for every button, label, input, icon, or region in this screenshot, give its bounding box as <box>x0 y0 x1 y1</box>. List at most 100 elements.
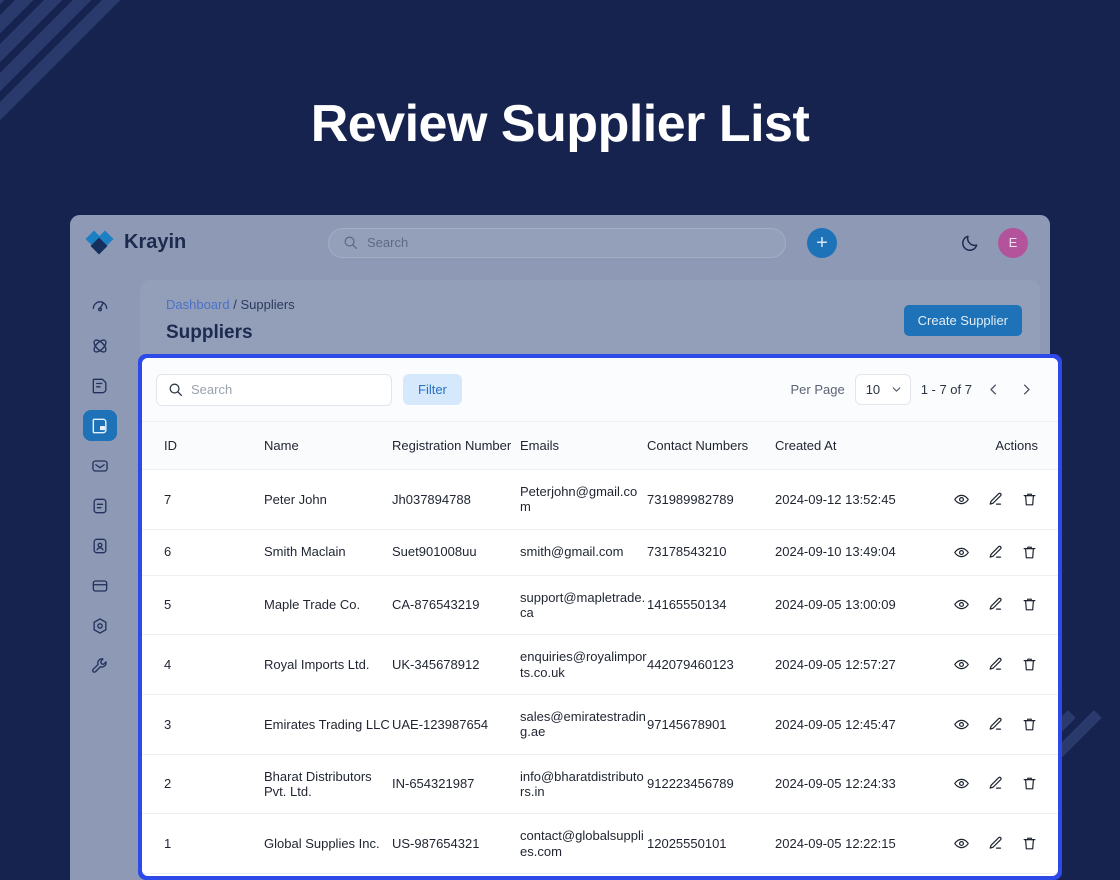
cell-contact-number: 73178543210 <box>647 529 775 576</box>
pencil-icon[interactable] <box>987 775 1004 792</box>
global-search-input[interactable]: Search <box>328 227 786 258</box>
cell-email: enquiries@royalimports.co.uk <box>520 634 647 695</box>
cell-created-at: 2024-09-05 12:45:47 <box>775 694 975 755</box>
cell-name: Bharat Distributors Pvt. Ltd. <box>264 754 392 815</box>
pencil-icon[interactable] <box>987 656 1004 673</box>
table-row[interactable]: 2 Bharat Distributors Pvt. Ltd. IN-6543219… <box>142 754 1058 815</box>
sidebar-item-leads[interactable] <box>83 330 117 361</box>
eye-icon[interactable] <box>953 544 970 561</box>
table-header-row: ID Name Registration Number Emails Conta… <box>142 421 1058 470</box>
global-search-placeholder: Search <box>367 235 409 250</box>
breadcrumb-current: Suppliers <box>240 297 295 312</box>
pencil-icon[interactable] <box>987 544 1004 561</box>
sidebar-item-contacts[interactable] <box>83 530 117 561</box>
cell-id: 7 <box>142 469 264 530</box>
row-action-group <box>954 491 1058 508</box>
column-header-contact-numbers[interactable]: Contact Numbers <box>647 421 775 470</box>
app-header: Krayin Search + E <box>70 215 1050 270</box>
sidebar-item-mail[interactable] <box>83 450 117 481</box>
mail-icon <box>90 456 110 476</box>
sidebar-item-quotes[interactable] <box>83 370 117 401</box>
cell-email: info@bharatdistributors.in <box>520 754 647 815</box>
trash-icon[interactable] <box>1021 835 1038 852</box>
sidebar-item-suppliers[interactable] <box>83 410 117 441</box>
chevron-down-icon <box>890 383 903 396</box>
eye-icon[interactable] <box>953 596 970 613</box>
pagination-range: 1 - 7 of 7 <box>920 382 972 397</box>
cell-name: Maple Trade Co. <box>264 575 392 636</box>
cell-registration-number: US-987654321 <box>392 813 520 874</box>
cell-created-at: 2024-09-12 13:52:45 <box>775 469 975 530</box>
table-row[interactable]: 4 Royal Imports Ltd. UK-345678912 enquiries… <box>142 634 1058 695</box>
pencil-icon[interactable] <box>987 491 1004 508</box>
cell-created-at: 2024-09-10 13:49:04 <box>775 529 975 576</box>
cell-id: 1 <box>142 813 264 874</box>
moon-icon[interactable] <box>960 233 980 253</box>
search-icon <box>168 382 183 397</box>
column-header-registration-number[interactable]: Registration Number <box>392 421 520 470</box>
add-button[interactable]: + <box>807 227 837 258</box>
cell-contact-number: 14165550134 <box>647 575 775 636</box>
cell-contact-number: 97145678901 <box>647 694 775 755</box>
pencil-icon[interactable] <box>987 835 1004 852</box>
table-row[interactable]: 1 Global Supplies Inc. US-987654321 contact… <box>142 813 1058 874</box>
page-title: Review Supplier List <box>310 95 810 153</box>
row-action-group <box>954 656 1058 673</box>
table-row[interactable]: 6 Smith Maclain Suet901008uu smith@gmail.co… <box>142 529 1058 576</box>
column-header-id[interactable]: ID <box>142 421 264 470</box>
brand-name: Krayin <box>124 231 187 253</box>
pencil-icon[interactable] <box>987 716 1004 733</box>
per-page-select[interactable]: 10 <box>854 374 911 405</box>
trash-icon[interactable] <box>1021 544 1038 561</box>
eye-icon[interactable] <box>953 775 970 792</box>
cell-actions <box>954 634 1058 695</box>
column-header-actions: Actions <box>975 421 1058 470</box>
cell-name: Peter John <box>264 469 392 530</box>
cell-contact-number: 12025550101 <box>647 813 775 874</box>
table-row[interactable]: 7 Peter John Jh037894788 Peterjohn@gmail.co… <box>142 469 1058 530</box>
brand: Krayin <box>70 230 270 254</box>
cell-created-at: 2024-09-05 13:00:09 <box>775 575 975 636</box>
table-row[interactable]: 5 Maple Trade Co. CA-876543219 support@mapl… <box>142 575 1058 636</box>
row-action-group <box>954 835 1058 852</box>
eye-icon[interactable] <box>953 835 970 852</box>
header-actions: E <box>960 227 1050 258</box>
atom-icon <box>90 336 110 356</box>
sidebar-item-settings[interactable] <box>83 610 117 641</box>
filter-button[interactable]: Filter <box>403 374 462 405</box>
cell-email: smith@gmail.com <box>520 529 647 576</box>
sidebar-item-products[interactable] <box>83 570 117 601</box>
column-header-name[interactable]: Name <box>264 421 392 470</box>
column-header-emails[interactable]: Emails <box>520 421 647 470</box>
table-search-input[interactable]: Search <box>156 373 392 406</box>
sidebar-item-dashboard[interactable] <box>83 290 117 321</box>
gauge-icon <box>90 296 110 316</box>
per-page-label: Per Page <box>790 382 845 397</box>
chevron-left-icon[interactable] <box>982 382 1005 397</box>
trash-icon[interactable] <box>1021 491 1038 508</box>
cell-id: 2 <box>142 754 264 815</box>
cell-name: Emirates Trading LLC <box>264 694 392 755</box>
avatar[interactable]: E <box>998 227 1028 258</box>
box-lock-icon <box>90 416 110 436</box>
trash-icon[interactable] <box>1021 596 1038 613</box>
eye-icon[interactable] <box>953 491 970 508</box>
clipboard-icon <box>90 496 110 516</box>
pencil-icon[interactable] <box>987 596 1004 613</box>
trash-icon[interactable] <box>1021 656 1038 673</box>
trash-icon[interactable] <box>1021 775 1038 792</box>
sidebar-item-configuration[interactable] <box>83 650 117 681</box>
eye-icon[interactable] <box>953 716 970 733</box>
create-supplier-button[interactable]: Create Supplier <box>903 305 1022 336</box>
table-row[interactable]: 3 Emirates Trading LLC UAE-123987654 sales@… <box>142 694 1058 755</box>
cell-email: contact@globalsupplies.com <box>520 813 647 874</box>
trash-icon[interactable] <box>1021 716 1038 733</box>
hexagon-icon <box>90 616 110 636</box>
breadcrumb-dashboard[interactable]: Dashboard <box>166 297 230 312</box>
sidebar-item-activities[interactable] <box>83 490 117 521</box>
breadcrumb: Dashboard / Suppliers <box>166 297 1020 312</box>
chevron-right-icon[interactable] <box>1015 382 1038 397</box>
cell-email: sales@emiratestrading.ae <box>520 694 647 755</box>
column-header-created-at[interactable]: Created At <box>775 421 975 470</box>
eye-icon[interactable] <box>953 656 970 673</box>
